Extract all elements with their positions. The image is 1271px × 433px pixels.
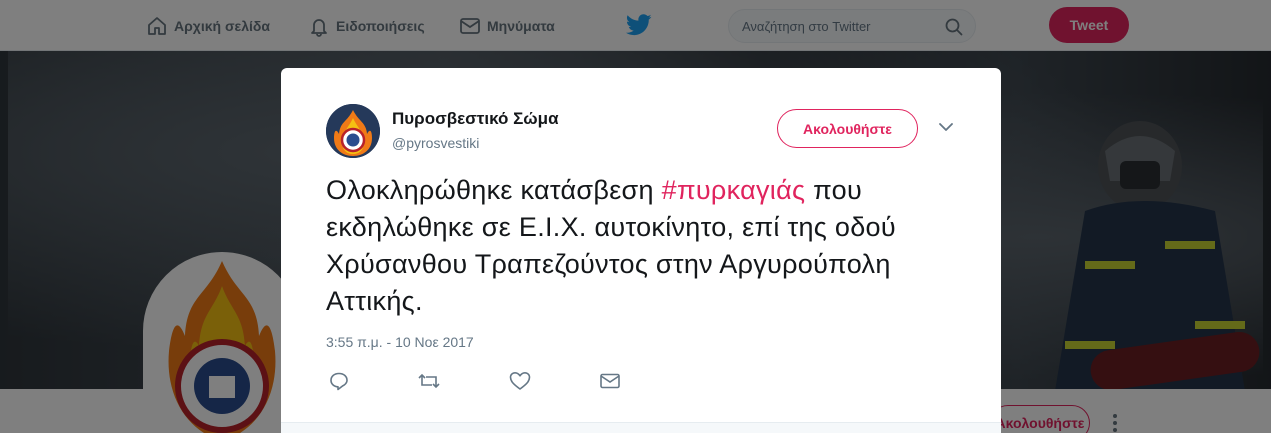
tweet-text: Ολοκληρώθηκε κατάσβεση #πυρκαγιάς που εκ… xyxy=(326,172,966,320)
fire-service-logo-icon xyxy=(326,104,380,158)
author-handle[interactable]: @pyrosvestiki xyxy=(392,135,479,151)
retweet-icon[interactable] xyxy=(417,371,441,391)
envelope-icon[interactable] xyxy=(599,371,621,391)
follow-button[interactable]: Ακολουθήστε xyxy=(777,109,918,148)
author-name[interactable]: Πυροσβεστικό Σώμα xyxy=(392,109,559,129)
author-avatar[interactable] xyxy=(326,104,380,158)
modal-footer xyxy=(281,423,1001,433)
chevron-down-icon[interactable] xyxy=(939,122,953,132)
tweet-modal: Πυροσβεστικό Σώμα @pyrosvestiki Ακολουθή… xyxy=(281,68,1001,433)
tweet-timestamp[interactable]: 3:55 π.μ. - 10 Νοε 2017 xyxy=(326,334,474,350)
tweet-text-start: Ολοκληρώθηκε κατάσβεση xyxy=(326,175,662,205)
hashtag-link[interactable]: #πυρκαγιάς xyxy=(662,175,806,205)
heart-icon[interactable] xyxy=(509,371,531,391)
reply-icon[interactable] xyxy=(329,371,349,391)
